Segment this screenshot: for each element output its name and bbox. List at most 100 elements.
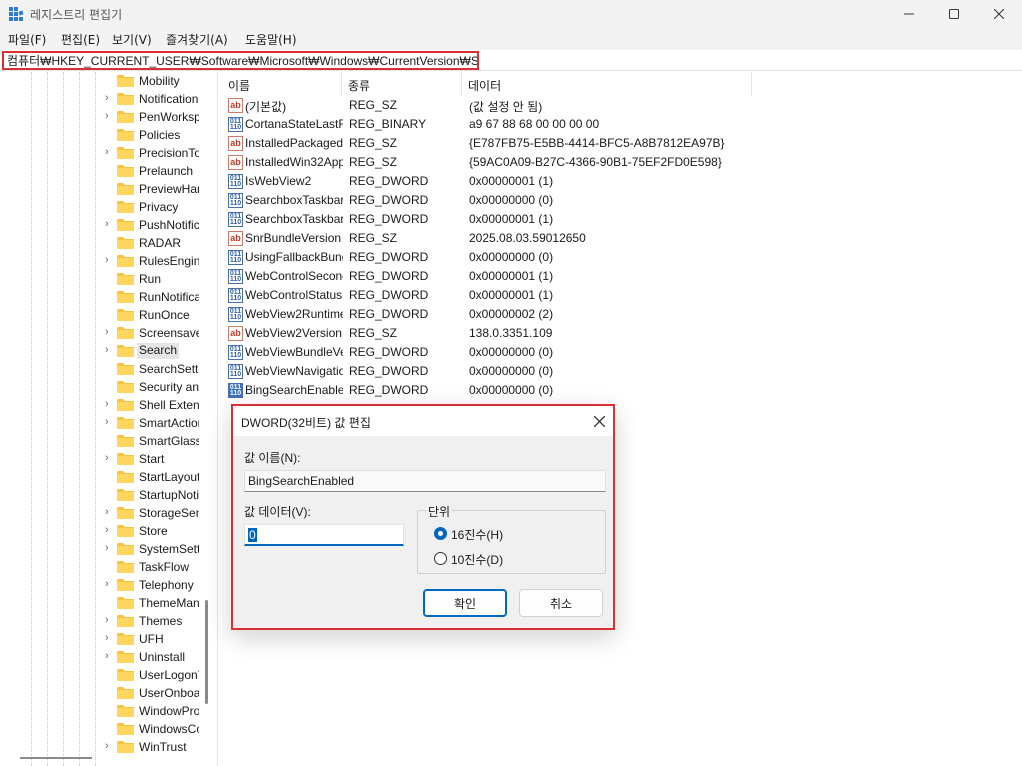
dialog-close-button[interactable] [593, 411, 606, 432]
tree-item[interactable]: UserOnboarding [0, 684, 200, 702]
tree-item[interactable]: › Store [0, 522, 200, 540]
close-icon [994, 9, 1004, 19]
hex-radio[interactable] [434, 527, 447, 540]
chevron-right-icon[interactable]: › [105, 110, 115, 122]
value-row[interactable]: ab (기본값) REG_SZ (값 설정 안 됨) [222, 96, 1022, 115]
tree-item[interactable]: › SmartActionPlatform [0, 414, 200, 432]
chevron-right-icon[interactable]: › [105, 254, 115, 266]
value-row[interactable]: 011 110 WebControlStatus REG_DWORD 0x000000… [222, 286, 1022, 305]
column-header-type[interactable]: 종류 [342, 72, 462, 96]
value-row[interactable]: 011 110 IsWebView2 REG_DWORD 0x00000001 (1) [222, 172, 1022, 191]
tree-item[interactable]: › Uninstall [0, 648, 200, 666]
value-row[interactable]: 011 110SearchboxTaskbarMode REG_DWORD 0x00… [222, 191, 1022, 210]
tree-item[interactable]: › RulesEngine [0, 252, 200, 270]
tree-vertical-scrollbar[interactable] [205, 600, 208, 704]
chevron-right-icon[interactable]: › [105, 740, 115, 752]
tree-item[interactable]: WindowsCopilot [0, 720, 200, 738]
address-input[interactable]: 컴퓨터₩HKEY_CURRENT_USER₩Software₩Microsoft… [2, 51, 479, 70]
tree-item[interactable]: Mobility [0, 72, 200, 90]
chevron-right-icon[interactable]: › [105, 632, 115, 644]
hex-radio-label[interactable]: 16진수(H) [451, 526, 503, 543]
tree-item[interactable]: StartLayout [0, 468, 200, 486]
menu-view[interactable]: 보기(V) [112, 31, 152, 48]
tree-item[interactable]: TaskFlow [0, 558, 200, 576]
tree-item[interactable]: SmartGlass [0, 432, 200, 450]
chevron-right-icon[interactable]: › [105, 344, 115, 356]
tree-item[interactable]: › WinTrust [0, 738, 200, 756]
decimal-radio-label[interactable]: 10진수(D) [451, 551, 503, 568]
value-row[interactable]: ab WebView2Version REG_SZ 138.0.3351.109 [222, 324, 1022, 343]
value-row[interactable]: 011 110WebControlSecondaryStatus REG_DWOR… [222, 267, 1022, 286]
value-row[interactable]: abInstalledPackagedAppsRevision REG_SZ {E7… [222, 134, 1022, 153]
base-groupbox: 단위 16진수(H) 10진수(D) [417, 503, 606, 574]
tree-item[interactable]: StartupNotify [0, 486, 200, 504]
menu-edit[interactable]: 편집(E) [61, 31, 100, 48]
maximize-button[interactable] [931, 0, 977, 28]
tree-item[interactable]: PreviewHandlers [0, 180, 200, 198]
chevron-right-icon[interactable]: › [105, 326, 115, 338]
chevron-right-icon[interactable]: › [105, 146, 115, 158]
value-row[interactable]: 011 110UsingFallbackBundle REG_DWORD 0x000… [222, 248, 1022, 267]
tree-item[interactable]: › Search [0, 342, 200, 360]
chevron-right-icon[interactable]: › [105, 452, 115, 464]
value-data-input[interactable]: 0 [244, 524, 404, 546]
value-row[interactable]: 011 110 BingSearchEnabled REG_DWORD 0x00000… [222, 381, 1022, 400]
tree-item-label: Themes [139, 614, 183, 628]
tree-item[interactable]: › Screensavers [0, 324, 200, 342]
tree-item[interactable]: › SystemSettings [0, 540, 200, 558]
tree-horizontal-scrollbar[interactable] [20, 757, 92, 759]
tree-item[interactable]: › Themes [0, 612, 200, 630]
ok-button[interactable]: 확인 [423, 589, 507, 617]
tree-item[interactable]: › PushNotifications [0, 216, 200, 234]
value-type: REG_DWORD [349, 212, 429, 226]
chevron-right-icon[interactable]: › [105, 542, 115, 554]
menu-help[interactable]: 도움말(H) [245, 31, 297, 48]
tree-item[interactable]: WindowProperties [0, 702, 200, 720]
chevron-right-icon[interactable]: › [105, 416, 115, 428]
tree-item[interactable]: Prelaunch [0, 162, 200, 180]
tree-item[interactable]: › Notifications [0, 90, 200, 108]
tree-item[interactable]: Privacy [0, 198, 200, 216]
chevron-right-icon[interactable]: › [105, 524, 115, 536]
chevron-right-icon[interactable]: › [105, 614, 115, 626]
tree-item[interactable]: Security and Maintenance [0, 378, 200, 396]
chevron-right-icon[interactable]: › [105, 218, 115, 230]
tree-item[interactable]: › PrecisionTouchPad [0, 144, 200, 162]
chevron-right-icon[interactable]: › [105, 650, 115, 662]
tree-item[interactable]: › PenWorkspace [0, 108, 200, 126]
tree-item[interactable]: Policies [0, 126, 200, 144]
value-row[interactable]: 011 110WebViewNavigationAllowed REG_DWORD… [222, 362, 1022, 381]
tree-item[interactable]: › Start [0, 450, 200, 468]
menu-favorites[interactable]: 즐겨찾기(A) [166, 31, 228, 48]
minimize-button[interactable] [886, 0, 932, 28]
tree-item[interactable]: › Telephony [0, 576, 200, 594]
column-header-name[interactable]: 이름 [222, 72, 342, 96]
tree-item[interactable]: › UFH [0, 630, 200, 648]
tree-item[interactable]: › StorageSense [0, 504, 200, 522]
close-button[interactable] [976, 0, 1022, 28]
tree-item[interactable]: RunNotification [0, 288, 200, 306]
value-row[interactable]: abInstalledWin32AppsRevision REG_SZ {59AC0… [222, 153, 1022, 172]
tree-item[interactable]: RunOnce [0, 306, 200, 324]
cancel-button[interactable]: 취소 [519, 589, 603, 617]
value-type: REG_SZ [349, 155, 398, 169]
tree-item[interactable]: RADAR [0, 234, 200, 252]
chevron-right-icon[interactable]: › [105, 398, 115, 410]
decimal-radio[interactable] [434, 552, 447, 565]
tree-item[interactable]: UserLogonTasks [0, 666, 200, 684]
value-name: WebControlStatus [245, 288, 343, 302]
tree-item[interactable]: Run [0, 270, 200, 288]
chevron-right-icon[interactable]: › [105, 92, 115, 104]
column-header-data[interactable]: 데이터 [462, 72, 752, 96]
chevron-right-icon[interactable]: › [105, 506, 115, 518]
value-row[interactable]: ab SnrBundleVersion REG_SZ 2025.08.03.59012… [222, 229, 1022, 248]
chevron-right-icon[interactable]: › [105, 578, 115, 590]
value-row[interactable]: 011 110CortanaStateLastRun REG_BINARY a9 6… [222, 115, 1022, 134]
tree-item[interactable]: › Shell Extensions [0, 396, 200, 414]
value-row[interactable]: 011 110SearchboxTaskbarModeCache REG_DWOR… [222, 210, 1022, 229]
value-row[interactable]: 011 110WebView2RuntimeReady REG_DWORD 0x00… [222, 305, 1022, 324]
tree-item[interactable]: SearchSettings [0, 360, 200, 378]
tree-item[interactable]: ThemeManager [0, 594, 200, 612]
menu-file[interactable]: 파일(F) [8, 31, 46, 48]
value-row[interactable]: 011 110WebViewBundleVersion REG_DWORD 0x00… [222, 343, 1022, 362]
